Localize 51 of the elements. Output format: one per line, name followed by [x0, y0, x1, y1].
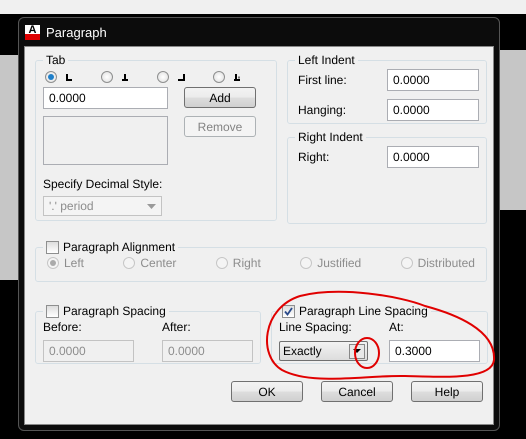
radio-button[interactable] [400, 257, 413, 269]
checkbox-label: Paragraph Line Spacing [299, 304, 428, 318]
field-label: Line Spacing: [279, 320, 353, 334]
radio-label: Justified [317, 256, 362, 270]
tab-stop-list[interactable] [43, 116, 168, 165]
checkbox-label: Paragraph Alignment [63, 240, 176, 254]
radio-label: Center [140, 256, 176, 270]
group-title: Left Indent [298, 53, 355, 67]
add-button[interactable]: Add [184, 87, 256, 108]
tab-position-field[interactable]: 0.0000 [43, 87, 168, 109]
tab-stop-icon [177, 73, 185, 81]
tab-stop-icon [65, 73, 73, 81]
dialog-button[interactable]: Help [411, 381, 483, 402]
line-spacing-dropdown[interactable]: Exactly [279, 341, 368, 361]
radio-button[interactable] [45, 71, 57, 83]
window-title: Paragraph [46, 24, 107, 40]
group-title: Right Indent [298, 130, 363, 144]
indent-field[interactable]: 0.0000 [387, 69, 479, 91]
field-label: Specify Decimal Style: [43, 177, 164, 191]
field-label: After: [162, 320, 192, 334]
radio-label: Left [64, 256, 84, 270]
indent-field[interactable]: 0.0000 [387, 99, 479, 121]
checkbox[interactable] [46, 240, 59, 254]
dropdown-arrow-icon [147, 204, 156, 208]
tab-stop-icon [233, 73, 241, 81]
radio-button[interactable] [123, 257, 136, 269]
field-label: Before: [43, 320, 83, 334]
radio-button[interactable] [216, 257, 228, 269]
app-icon: A [25, 24, 40, 40]
group-title: Tab [46, 53, 66, 67]
radio-button[interactable] [47, 257, 59, 269]
dropdown-arrow-icon [353, 349, 361, 353]
annotation-circle [354, 337, 380, 369]
dialog-button[interactable]: Cancel [321, 381, 393, 402]
radio-button[interactable] [157, 71, 169, 83]
field-label: Right: [298, 150, 330, 164]
at-field[interactable]: 0.3000 [389, 340, 480, 362]
checkbox[interactable] [46, 304, 59, 318]
radio-button[interactable] [300, 257, 312, 269]
radio-button[interactable] [213, 71, 225, 83]
field-label: First line: [298, 73, 347, 87]
radio-label: Right [232, 256, 261, 270]
field-label: Hanging: [298, 103, 346, 117]
dialog-button[interactable]: OK [231, 381, 303, 402]
field-label: At: [389, 320, 405, 334]
radio-label: Distributed [418, 256, 475, 270]
checkbox-label: Paragraph Spacing [63, 304, 166, 318]
tab-stop-icon [121, 73, 129, 81]
checkbox[interactable] [282, 304, 295, 318]
indent-field[interactable]: 0.0000 [387, 146, 479, 168]
radio-button[interactable] [101, 71, 113, 83]
